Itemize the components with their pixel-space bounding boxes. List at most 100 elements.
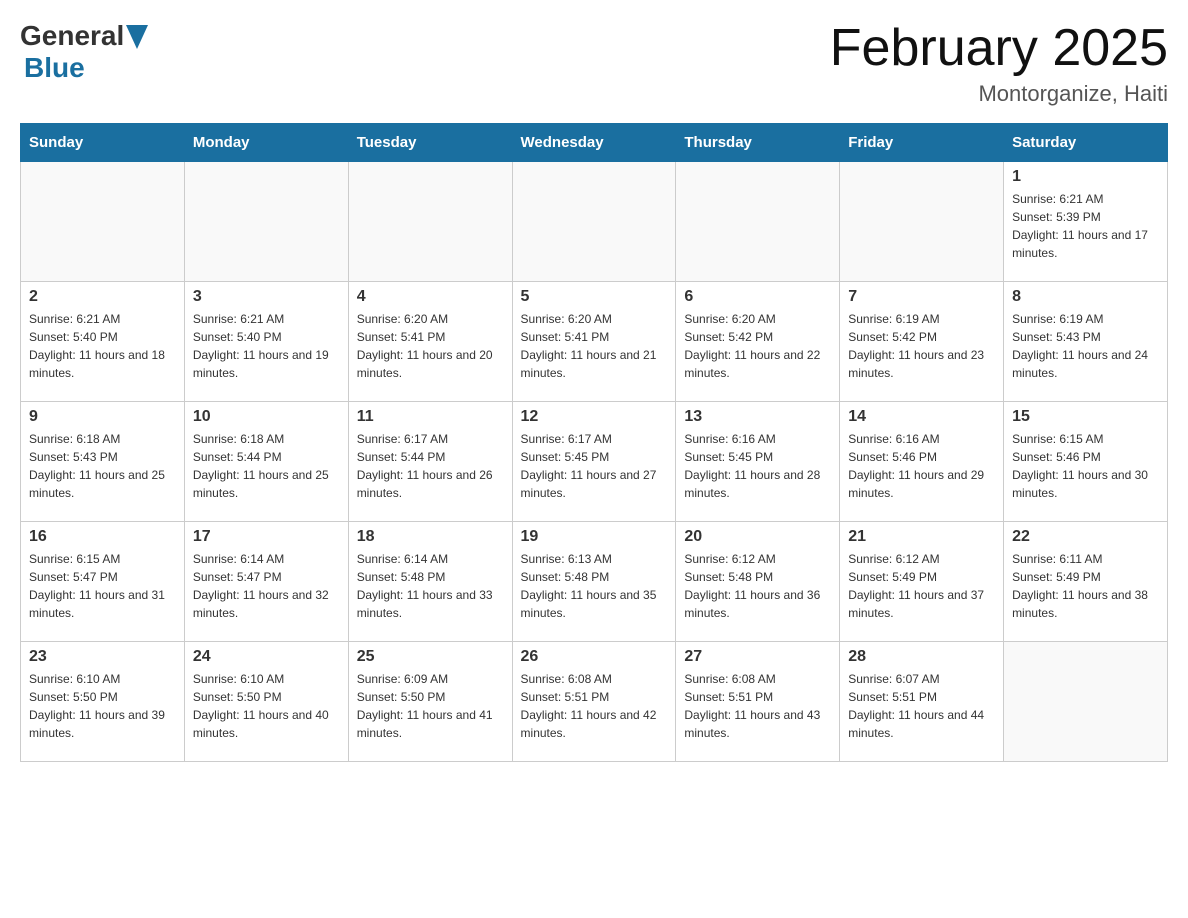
calendar-week-row: 1 Sunrise: 6:21 AMSunset: 5:39 PMDaylight… (21, 162, 1168, 282)
calendar-day-cell: 21 Sunrise: 6:12 AMSunset: 5:49 PMDayligh… (840, 522, 1004, 642)
calendar-day-cell: 10Sunrise: 6:18 AMSunset: 5:44 PMDayligh… (184, 402, 348, 522)
calendar-day-cell: 1 Sunrise: 6:21 AMSunset: 5:39 PMDaylight… (1004, 162, 1168, 282)
day-number: 1 (1012, 168, 1159, 186)
calendar-week-row: 16 Sunrise: 6:15 AMSunset: 5:47 PMDayligh… (21, 522, 1168, 642)
calendar-day-cell: 24 Sunrise: 6:10 AMSunset: 5:50 PMDayligh… (184, 642, 348, 762)
calendar-table: SundayMondayTuesdayWednesdayThursdayFrid… (20, 123, 1168, 762)
page-header: General Blue February 2025 Montorganize,… (20, 20, 1168, 107)
calendar-day-cell (840, 162, 1004, 282)
day-info: Sunrise: 6:10 AMSunset: 5:50 PMDaylight:… (29, 670, 176, 742)
day-info: Sunrise: 6:21 AMSunset: 5:39 PMDaylight:… (1012, 190, 1159, 262)
day-info: Sunrise: 6:08 AMSunset: 5:51 PMDaylight:… (521, 670, 668, 742)
calendar-day-cell: 6Sunrise: 6:20 AMSunset: 5:42 PMDaylight… (676, 282, 840, 402)
day-number: 9 (29, 408, 176, 426)
calendar-day-cell: 17 Sunrise: 6:14 AMSunset: 5:47 PMDayligh… (184, 522, 348, 642)
day-number: 25 (357, 648, 504, 666)
day-number: 15 (1012, 408, 1159, 426)
day-number: 2 (29, 288, 176, 306)
day-number: 21 (848, 528, 995, 546)
day-number: 3 (193, 288, 340, 306)
logo-blue-text: Blue (24, 52, 85, 84)
day-number: 10 (193, 408, 340, 426)
calendar-day-cell: 25 Sunrise: 6:09 AMSunset: 5:50 PMDayligh… (348, 642, 512, 762)
calendar-day-cell: 13 Sunrise: 6:16 AMSunset: 5:45 PMDayligh… (676, 402, 840, 522)
calendar-day-cell: 4 Sunrise: 6:20 AMSunset: 5:41 PMDaylight… (348, 282, 512, 402)
day-number: 16 (29, 528, 176, 546)
calendar-day-cell: 11 Sunrise: 6:17 AMSunset: 5:44 PMDayligh… (348, 402, 512, 522)
calendar-day-cell: 3 Sunrise: 6:21 AMSunset: 5:40 PMDaylight… (184, 282, 348, 402)
weekday-header-saturday: Saturday (1004, 124, 1168, 162)
day-info: Sunrise: 6:20 AMSunset: 5:41 PMDaylight:… (357, 310, 504, 382)
logo-arrow-icon (126, 25, 148, 49)
weekday-header-tuesday: Tuesday (348, 124, 512, 162)
calendar-day-cell: 28 Sunrise: 6:07 AMSunset: 5:51 PMDayligh… (840, 642, 1004, 762)
weekday-header-thursday: Thursday (676, 124, 840, 162)
day-info: Sunrise: 6:20 AMSunset: 5:42 PMDaylight:… (684, 310, 831, 382)
calendar-day-cell: 23 Sunrise: 6:10 AMSunset: 5:50 PMDayligh… (21, 642, 185, 762)
day-info: Sunrise: 6:19 AMSunset: 5:42 PMDaylight:… (848, 310, 995, 382)
day-number: 7 (848, 288, 995, 306)
day-info: Sunrise: 6:13 AMSunset: 5:48 PMDaylight:… (521, 550, 668, 622)
day-number: 22 (1012, 528, 1159, 546)
calendar-day-cell: 19 Sunrise: 6:13 AMSunset: 5:48 PMDayligh… (512, 522, 676, 642)
day-number: 23 (29, 648, 176, 666)
calendar-day-cell: 9 Sunrise: 6:18 AMSunset: 5:43 PMDaylight… (21, 402, 185, 522)
calendar-day-cell: 7 Sunrise: 6:19 AMSunset: 5:42 PMDaylight… (840, 282, 1004, 402)
day-info: Sunrise: 6:21 AMSunset: 5:40 PMDaylight:… (193, 310, 340, 382)
calendar-day-cell: 14 Sunrise: 6:16 AMSunset: 5:46 PMDayligh… (840, 402, 1004, 522)
day-info: Sunrise: 6:17 AMSunset: 5:44 PMDaylight:… (357, 430, 504, 502)
day-info: Sunrise: 6:21 AMSunset: 5:40 PMDaylight:… (29, 310, 176, 382)
day-info: Sunrise: 6:20 AMSunset: 5:41 PMDaylight:… (521, 310, 668, 382)
day-info: Sunrise: 6:07 AMSunset: 5:51 PMDaylight:… (848, 670, 995, 742)
calendar-day-cell (184, 162, 348, 282)
calendar-week-row: 23 Sunrise: 6:10 AMSunset: 5:50 PMDayligh… (21, 642, 1168, 762)
day-number: 5 (521, 288, 668, 306)
day-number: 24 (193, 648, 340, 666)
calendar-day-cell: 12 Sunrise: 6:17 AMSunset: 5:45 PMDayligh… (512, 402, 676, 522)
calendar-day-cell: 15 Sunrise: 6:15 AMSunset: 5:46 PMDayligh… (1004, 402, 1168, 522)
day-number: 19 (521, 528, 668, 546)
day-info: Sunrise: 6:15 AMSunset: 5:47 PMDaylight:… (29, 550, 176, 622)
day-info: Sunrise: 6:18 AMSunset: 5:43 PMDaylight:… (29, 430, 176, 502)
title-section: February 2025 Montorganize, Haiti (830, 20, 1168, 107)
day-number: 12 (521, 408, 668, 426)
month-title: February 2025 (830, 20, 1168, 77)
calendar-day-cell: 16 Sunrise: 6:15 AMSunset: 5:47 PMDayligh… (21, 522, 185, 642)
day-number: 28 (848, 648, 995, 666)
day-info: Sunrise: 6:15 AMSunset: 5:46 PMDaylight:… (1012, 430, 1159, 502)
day-info: Sunrise: 6:17 AMSunset: 5:45 PMDaylight:… (521, 430, 668, 502)
day-info: Sunrise: 6:16 AMSunset: 5:46 PMDaylight:… (848, 430, 995, 502)
day-info: Sunrise: 6:19 AMSunset: 5:43 PMDaylight:… (1012, 310, 1159, 382)
day-info: Sunrise: 6:10 AMSunset: 5:50 PMDaylight:… (193, 670, 340, 742)
day-info: Sunrise: 6:14 AMSunset: 5:47 PMDaylight:… (193, 550, 340, 622)
day-number: 18 (357, 528, 504, 546)
calendar-day-cell (1004, 642, 1168, 762)
day-number: 8 (1012, 288, 1159, 306)
calendar-day-cell (21, 162, 185, 282)
weekday-header-friday: Friday (840, 124, 1004, 162)
day-number: 14 (848, 408, 995, 426)
day-info: Sunrise: 6:11 AMSunset: 5:49 PMDaylight:… (1012, 550, 1159, 622)
weekday-header-row: SundayMondayTuesdayWednesdayThursdayFrid… (21, 124, 1168, 162)
day-info: Sunrise: 6:08 AMSunset: 5:51 PMDaylight:… (684, 670, 831, 742)
logo: General Blue (20, 20, 148, 84)
calendar-day-cell: 27 Sunrise: 6:08 AMSunset: 5:51 PMDayligh… (676, 642, 840, 762)
calendar-day-cell: 8 Sunrise: 6:19 AMSunset: 5:43 PMDaylight… (1004, 282, 1168, 402)
day-info: Sunrise: 6:09 AMSunset: 5:50 PMDaylight:… (357, 670, 504, 742)
calendar-day-cell (348, 162, 512, 282)
day-number: 13 (684, 408, 831, 426)
calendar-day-cell: 20Sunrise: 6:12 AMSunset: 5:48 PMDayligh… (676, 522, 840, 642)
day-number: 27 (684, 648, 831, 666)
day-info: Sunrise: 6:16 AMSunset: 5:45 PMDaylight:… (684, 430, 831, 502)
day-info: Sunrise: 6:12 AMSunset: 5:49 PMDaylight:… (848, 550, 995, 622)
day-number: 11 (357, 408, 504, 426)
weekday-header-monday: Monday (184, 124, 348, 162)
weekday-header-wednesday: Wednesday (512, 124, 676, 162)
day-number: 17 (193, 528, 340, 546)
calendar-day-cell: 26Sunrise: 6:08 AMSunset: 5:51 PMDayligh… (512, 642, 676, 762)
location-subtitle: Montorganize, Haiti (830, 81, 1168, 107)
day-number: 4 (357, 288, 504, 306)
calendar-day-cell (676, 162, 840, 282)
calendar-day-cell (512, 162, 676, 282)
day-info: Sunrise: 6:12 AMSunset: 5:48 PMDaylight:… (684, 550, 831, 622)
